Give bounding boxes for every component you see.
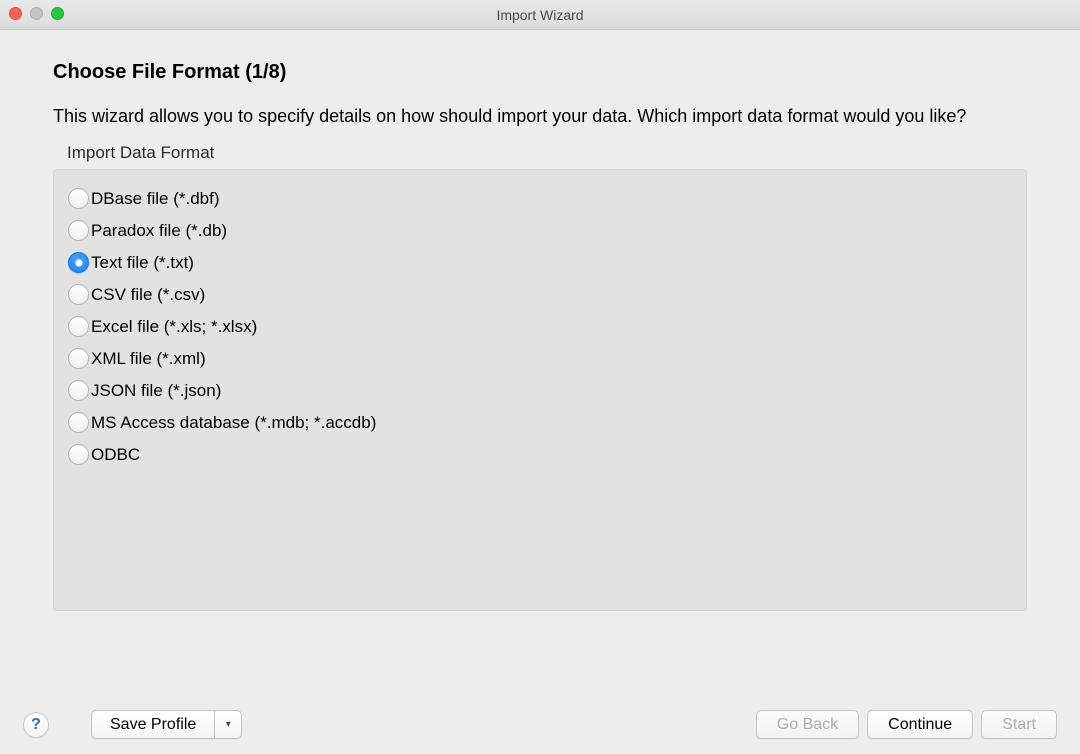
format-option-label: CSV file (*.csv) (91, 285, 205, 305)
radio-icon[interactable] (68, 380, 89, 401)
chevron-down-icon: ▾ (226, 719, 231, 730)
radio-icon[interactable] (68, 412, 89, 433)
format-option[interactable]: DBase file (*.dbf) (68, 188, 1012, 209)
radio-icon[interactable] (68, 188, 89, 209)
zoom-icon[interactable] (51, 7, 64, 20)
radio-icon[interactable] (68, 316, 89, 337)
group-label: Import Data Format (67, 143, 1027, 163)
format-option[interactable]: JSON file (*.json) (68, 380, 1012, 401)
format-option[interactable]: XML file (*.xml) (68, 348, 1012, 369)
go-back-button[interactable]: Go Back (756, 710, 859, 739)
format-option-label: XML file (*.xml) (91, 349, 206, 369)
format-option[interactable]: MS Access database (*.mdb; *.accdb) (68, 412, 1012, 433)
format-option-label: MS Access database (*.mdb; *.accdb) (91, 413, 376, 433)
minimize-icon (30, 7, 43, 20)
radio-icon[interactable] (68, 220, 89, 241)
save-profile-dropdown[interactable]: ▾ (214, 710, 242, 739)
format-option-label: JSON file (*.json) (91, 381, 221, 401)
titlebar: Import Wizard (0, 0, 1080, 30)
page-description: This wizard allows you to specify detail… (53, 104, 1027, 129)
footer: ? Save Profile ▾ Go Back Continue Start (0, 710, 1080, 739)
window-root: Import Wizard Choose File Format (1/8) T… (0, 0, 1080, 754)
save-profile-split: Save Profile ▾ (91, 710, 242, 739)
format-panel: DBase file (*.dbf) Paradox file (*.db) Tex… (53, 169, 1027, 611)
radio-icon[interactable] (68, 252, 89, 273)
close-icon[interactable] (9, 7, 22, 20)
format-option[interactable]: Excel file (*.xls; *.xlsx) (68, 316, 1012, 337)
format-option[interactable]: Paradox file (*.db) (68, 220, 1012, 241)
traffic-lights (9, 7, 64, 20)
format-option[interactable]: Text file (*.txt) (68, 252, 1012, 273)
continue-button[interactable]: Continue (867, 710, 973, 739)
format-option-label: ODBC (91, 445, 140, 465)
format-option-label: Excel file (*.xls; *.xlsx) (91, 317, 257, 337)
content-area: Choose File Format (1/8) This wizard all… (0, 30, 1080, 611)
page-title: Choose File Format (1/8) (53, 61, 1027, 84)
format-option[interactable]: ODBC (68, 444, 1012, 465)
radio-icon[interactable] (68, 444, 89, 465)
radio-icon[interactable] (68, 284, 89, 305)
format-option-label: Paradox file (*.db) (91, 221, 227, 241)
format-option-label: DBase file (*.dbf) (91, 189, 220, 209)
format-option[interactable]: CSV file (*.csv) (68, 284, 1012, 305)
help-button[interactable]: ? (23, 712, 49, 738)
save-profile-button[interactable]: Save Profile (91, 710, 214, 739)
format-option-label: Text file (*.txt) (91, 253, 194, 273)
radio-icon[interactable] (68, 348, 89, 369)
window-title: Import Wizard (496, 7, 583, 23)
start-button[interactable]: Start (981, 710, 1057, 739)
format-options: DBase file (*.dbf) Paradox file (*.db) Tex… (68, 188, 1012, 465)
